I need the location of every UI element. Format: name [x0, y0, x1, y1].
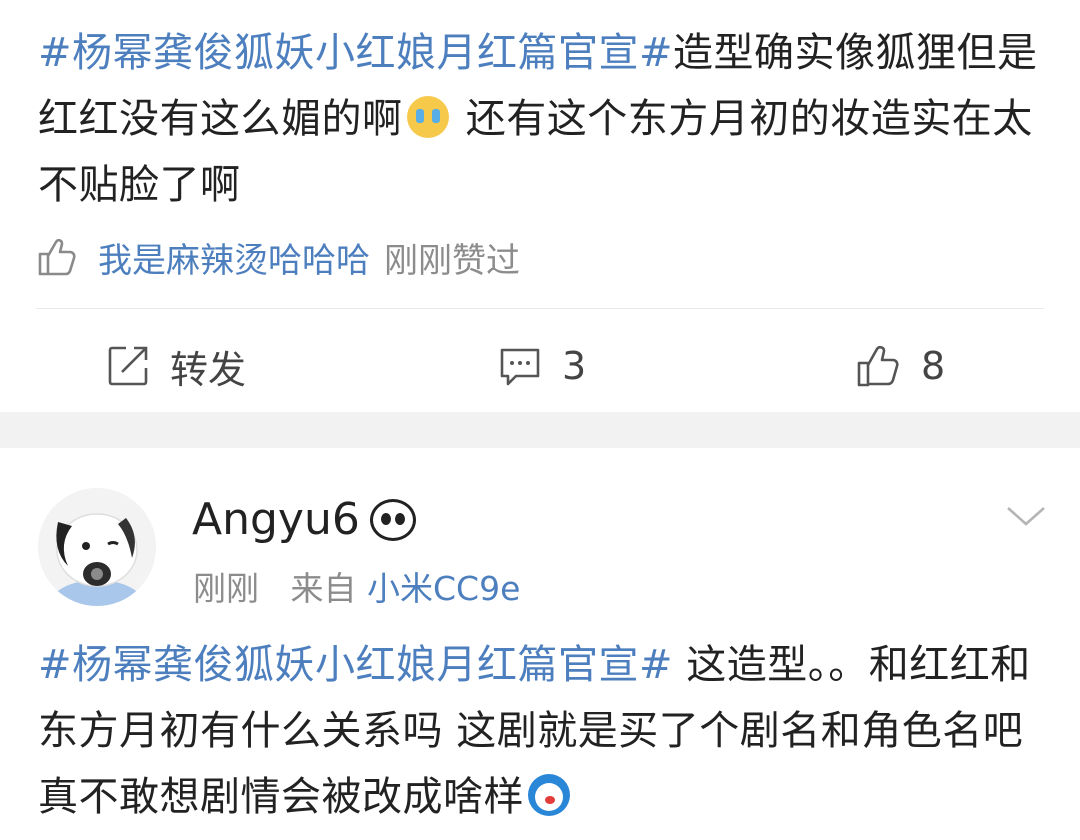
doraemon-icon	[528, 774, 570, 816]
repost-label: 转发	[170, 347, 247, 392]
username[interactable]: Angyu6	[192, 494, 360, 545]
post-text-2: #杨幂龚俊狐妖小红娘月红篇官宣# 这造型。。和红红和东方月初有什么关系吗 这剧就…	[38, 632, 1048, 830]
like-button[interactable]: 8	[855, 330, 945, 402]
comment-icon	[500, 348, 540, 386]
liker-name[interactable]: 我是麻辣烫哈哈哈	[98, 233, 370, 282]
liked-time: 刚刚赞过	[384, 240, 520, 281]
source-device[interactable]: 小米CC9e	[367, 569, 520, 608]
thumbs-up-icon	[857, 345, 899, 387]
post-text-1: #杨幂龚俊狐妖小红娘月红篇官宣#造型确实像狐狸但是红红没有这么媚的啊 还有这个东…	[38, 20, 1048, 218]
avatar[interactable]	[38, 488, 156, 606]
repost-icon	[108, 346, 148, 386]
comment-button[interactable]: 3	[498, 330, 586, 402]
thumbs-up-icon	[38, 238, 76, 276]
topic-link[interactable]: #杨幂龚俊狐妖小红娘月红篇官宣#	[38, 642, 673, 688]
chevron-down-icon[interactable]	[1004, 500, 1048, 532]
crying-face-icon	[406, 96, 449, 138]
like-count: 8	[921, 344, 946, 388]
panda-icon	[369, 498, 416, 541]
liked-by-row: 我是麻辣烫哈哈哈 刚刚赞过	[36, 232, 520, 282]
divider	[36, 308, 1044, 309]
post-time: 刚刚	[193, 569, 259, 608]
post-meta: 刚刚 来自 小米CC9e	[193, 562, 520, 610]
username-row: Angyu6	[192, 494, 416, 545]
post-card-1: #杨幂龚俊狐妖小红娘月红篇官宣#造型确实像狐狸但是红红没有这么媚的啊 还有这个东…	[0, 0, 1080, 412]
source-prefix: 来自	[290, 569, 357, 608]
comment-count: 3	[562, 344, 587, 388]
avatar-image	[38, 488, 156, 606]
action-bar: 转发 3 8	[0, 330, 1080, 402]
feed-separator	[0, 412, 1080, 448]
repost-button[interactable]: 转发	[106, 330, 246, 402]
topic-link[interactable]: #杨幂龚俊狐妖小红娘月红篇官宣#	[38, 30, 673, 76]
